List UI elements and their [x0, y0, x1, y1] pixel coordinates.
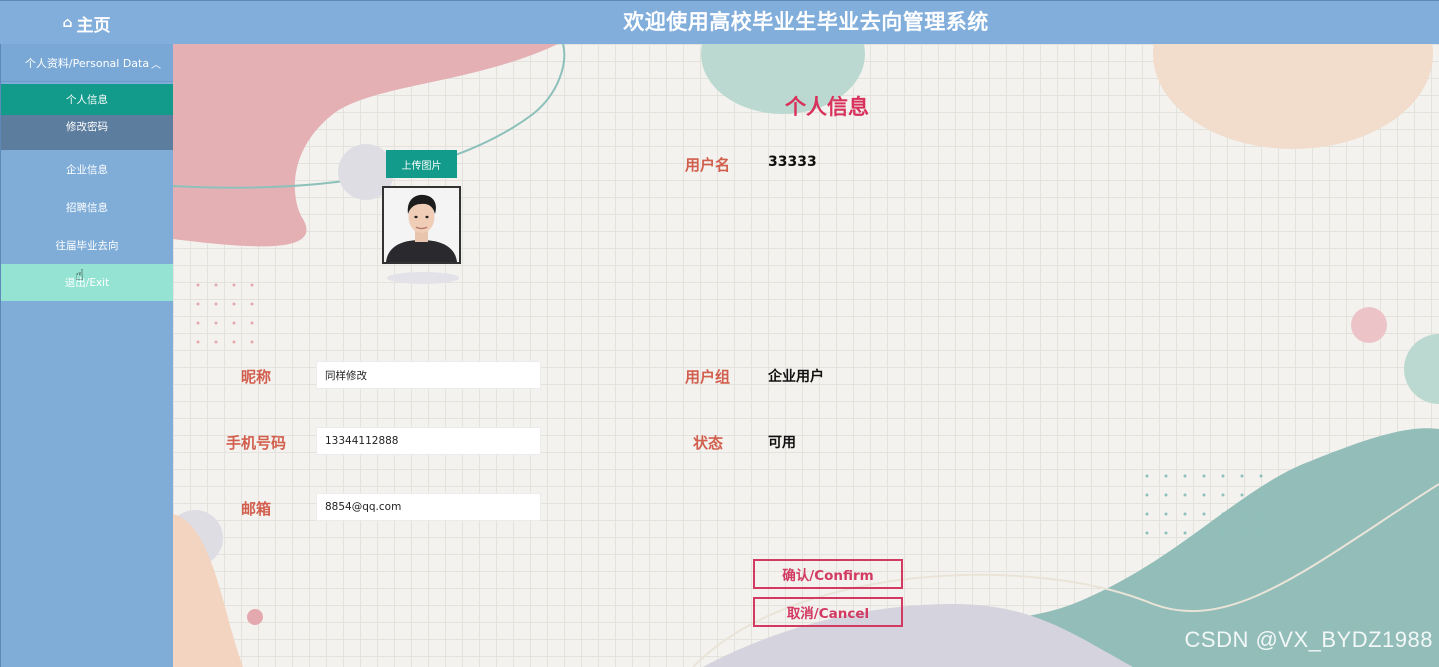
sidebar-item-recruitment-info[interactable]: 招聘信息 [1, 188, 173, 226]
upload-image-button[interactable]: 上传图片 [386, 150, 457, 178]
sidebar-item-personal-info[interactable]: 个人信息 [1, 84, 173, 115]
top-header: ⌂ 主页 欢迎使用高校毕业生毕业去向管理系统 [0, 0, 1439, 44]
main-content: 个人信息 上传图片 用户名 33333 昵称 用户组 企业用户 手机号码 状态 … [173, 44, 1439, 667]
phone-field[interactable] [316, 427, 541, 455]
avatar-image [384, 188, 459, 262]
avatar-shadow [387, 272, 459, 284]
usergroup-value: 企业用户 [768, 369, 824, 385]
nickname-label: 昵称 [241, 368, 272, 386]
nickname-field[interactable] [316, 361, 541, 389]
confirm-button[interactable]: 确认/Confirm [753, 559, 903, 589]
page-title: 个人信息 [785, 95, 869, 119]
watermark: CSDN @VX_BYDZ1988 [1184, 627, 1433, 652]
home-link[interactable]: ⌂ 主页 [0, 1, 173, 45]
sidebar-item-company-info[interactable]: 企业信息 [1, 150, 173, 188]
username-value: 33333 [768, 154, 817, 170]
username-label: 用户名 [685, 156, 731, 174]
home-icon: ⌂ [62, 15, 73, 31]
email-label: 邮箱 [241, 500, 272, 518]
phone-label: 手机号码 [226, 434, 287, 452]
sidebar-item-exit-label: 退出/Exit [64, 277, 110, 289]
home-label: 主页 [76, 15, 111, 36]
cancel-button[interactable]: 取消/Cancel [753, 597, 903, 627]
menu-group-label: 个人资料/Personal Data [24, 56, 150, 70]
sidebar-item-graduate-destinations[interactable]: 往届毕业去向 [1, 226, 173, 264]
chevron-up-icon: ︿ [151, 60, 161, 71]
hand-cursor-icon: ☝ [75, 266, 85, 284]
avatar [382, 186, 461, 264]
status-label: 状态 [693, 434, 724, 452]
sidebar-item-exit[interactable]: 退出/Exit ☝ [1, 264, 173, 301]
email-field[interactable] [316, 493, 541, 521]
status-value: 可用 [768, 435, 796, 451]
app-title: 欢迎使用高校毕业生毕业去向管理系统 [623, 10, 989, 34]
sidebar-item-change-password[interactable]: 修改密码 [1, 115, 173, 150]
usergroup-label: 用户组 [685, 368, 731, 386]
sidebar: 个人资料/Personal Data ︿ 个人信息 修改密码 企业信息 招聘信息… [0, 44, 173, 667]
menu-group-personal-data[interactable]: 个人资料/Personal Data ︿ [1, 44, 173, 82]
